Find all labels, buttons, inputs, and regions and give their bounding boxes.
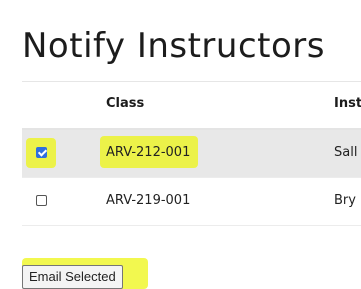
table-row[interactable]: ARV-219-001 Bry bbox=[22, 178, 361, 226]
row-select-checkbox[interactable] bbox=[36, 147, 47, 158]
page-title: Notify Instructors bbox=[22, 26, 325, 66]
column-header-instructor: Inst bbox=[334, 96, 361, 111]
class-cell: ARV-212-001 bbox=[106, 145, 191, 160]
row-select-checkbox[interactable] bbox=[36, 195, 47, 206]
table-header-row: Class Inst bbox=[22, 82, 361, 130]
email-selected-button[interactable]: Email Selected bbox=[22, 265, 123, 289]
table-row[interactable]: ARV-212-001 Sall bbox=[22, 130, 361, 178]
notify-instructors-page: Notify Instructors Class Inst ARV-212-00… bbox=[0, 0, 361, 289]
instructor-cell: Sall bbox=[334, 145, 358, 160]
class-cell: ARV-219-001 bbox=[106, 193, 191, 208]
instructor-cell: Bry bbox=[334, 193, 356, 208]
instructors-table: Class Inst ARV-212-001 Sall ARV-219-001 … bbox=[22, 82, 361, 226]
column-header-class: Class bbox=[106, 96, 145, 111]
